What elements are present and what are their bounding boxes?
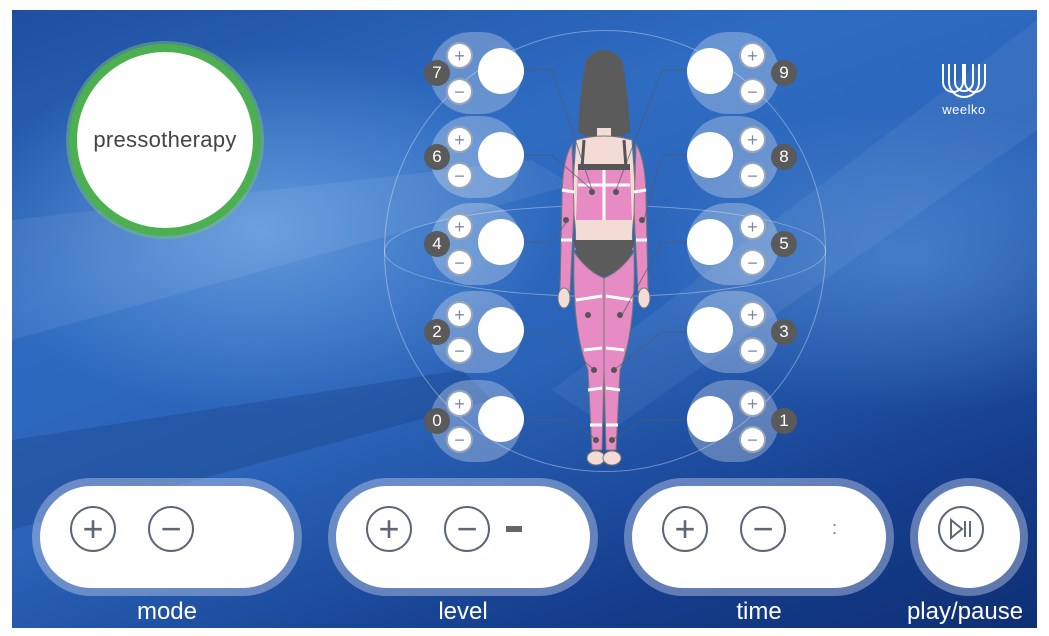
zone-7-minus-button[interactable]: − bbox=[446, 78, 473, 105]
zone-3-number: 3 bbox=[771, 319, 797, 345]
zone-0: + − 0 bbox=[424, 380, 524, 462]
zone-6: + − 6 bbox=[424, 116, 524, 198]
mode-minus-button[interactable]: − bbox=[148, 506, 194, 552]
mode-label: mode bbox=[136, 598, 198, 625]
zone-8: + − 8 bbox=[687, 116, 797, 198]
zone-4-plus-button[interactable]: + bbox=[446, 213, 473, 240]
play-pause-button[interactable] bbox=[938, 506, 984, 552]
level-label: level bbox=[438, 598, 488, 625]
mode-control: + − bbox=[32, 478, 302, 596]
zone-7-value bbox=[478, 48, 524, 94]
weelko-logo: weelko bbox=[932, 60, 996, 117]
time-control: + − : bbox=[624, 478, 894, 596]
zone-5: + − 5 bbox=[687, 203, 797, 285]
zone-9-minus-button[interactable]: − bbox=[739, 78, 766, 105]
zone-9-plus-button[interactable]: + bbox=[739, 42, 766, 69]
zone-3-plus-button[interactable]: + bbox=[739, 301, 766, 328]
zone-8-plus-button[interactable]: + bbox=[739, 126, 766, 153]
zone-1-plus-button[interactable]: + bbox=[739, 390, 766, 417]
mode-badge: pressotherapy bbox=[69, 44, 261, 236]
pressotherapy-screen: pressotherapy weelko + − 7 + − 6 + − 4 +… bbox=[12, 10, 1037, 628]
zone-8-number: 8 bbox=[771, 144, 797, 170]
time-value: : bbox=[832, 518, 838, 538]
zone-2-minus-button[interactable]: − bbox=[446, 337, 473, 364]
zone-7: + − 7 bbox=[424, 32, 524, 114]
logo-brand-text: weelko bbox=[942, 102, 986, 117]
level-minus-button[interactable]: − bbox=[444, 506, 490, 552]
zone-5-number: 5 bbox=[771, 231, 797, 257]
zone-5-value bbox=[687, 219, 733, 265]
play-pause-control bbox=[910, 478, 1028, 596]
zone-6-number: 6 bbox=[424, 144, 450, 170]
zone-4-value bbox=[478, 219, 524, 265]
zone-6-minus-button[interactable]: − bbox=[446, 162, 473, 189]
zone-1: + − 1 bbox=[687, 380, 797, 462]
zone-1-minus-button[interactable]: − bbox=[739, 426, 766, 453]
zone-9-value bbox=[687, 48, 733, 94]
zone-4: + − 4 bbox=[424, 203, 524, 285]
zone-0-minus-button[interactable]: − bbox=[446, 426, 473, 453]
level-plus-button[interactable]: + bbox=[366, 506, 412, 552]
zone-8-value bbox=[687, 132, 733, 178]
play-pause-label: play/pause bbox=[906, 598, 1024, 625]
zone-0-number: 0 bbox=[424, 408, 450, 434]
level-value-placeholder bbox=[506, 526, 522, 532]
zone-2: + − 2 bbox=[424, 291, 524, 373]
zone-3: + − 3 bbox=[687, 291, 797, 373]
zone-0-plus-button[interactable]: + bbox=[446, 390, 473, 417]
zone-6-value bbox=[478, 132, 524, 178]
zone-2-plus-button[interactable]: + bbox=[446, 301, 473, 328]
zone-1-value bbox=[687, 396, 733, 442]
weelko-logo-icon bbox=[942, 64, 986, 98]
zone-5-plus-button[interactable]: + bbox=[739, 213, 766, 240]
time-plus-button[interactable]: + bbox=[662, 506, 708, 552]
zone-3-value bbox=[687, 307, 733, 353]
mode-plus-button[interactable]: + bbox=[70, 506, 116, 552]
zone-2-value bbox=[478, 307, 524, 353]
zone-6-plus-button[interactable]: + bbox=[446, 126, 473, 153]
zone-2-number: 2 bbox=[424, 319, 450, 345]
mode-badge-label: pressotherapy bbox=[93, 127, 237, 152]
play-pause-icon bbox=[950, 518, 971, 540]
time-label: time bbox=[736, 598, 782, 625]
time-minus-button[interactable]: − bbox=[740, 506, 786, 552]
zone-7-plus-button[interactable]: + bbox=[446, 42, 473, 69]
zone-4-number: 4 bbox=[424, 231, 450, 257]
zone-7-number: 7 bbox=[424, 60, 450, 86]
body-figure bbox=[557, 50, 651, 466]
zone-4-minus-button[interactable]: − bbox=[446, 249, 473, 276]
zone-8-minus-button[interactable]: − bbox=[739, 162, 766, 189]
level-control: + − bbox=[328, 478, 598, 596]
zone-1-number: 1 bbox=[771, 408, 797, 434]
zone-5-minus-button[interactable]: − bbox=[739, 249, 766, 276]
zone-3-minus-button[interactable]: − bbox=[739, 337, 766, 364]
zone-9: + − 9 bbox=[687, 32, 797, 114]
zone-0-value bbox=[478, 396, 524, 442]
zone-9-number: 9 bbox=[771, 60, 797, 86]
